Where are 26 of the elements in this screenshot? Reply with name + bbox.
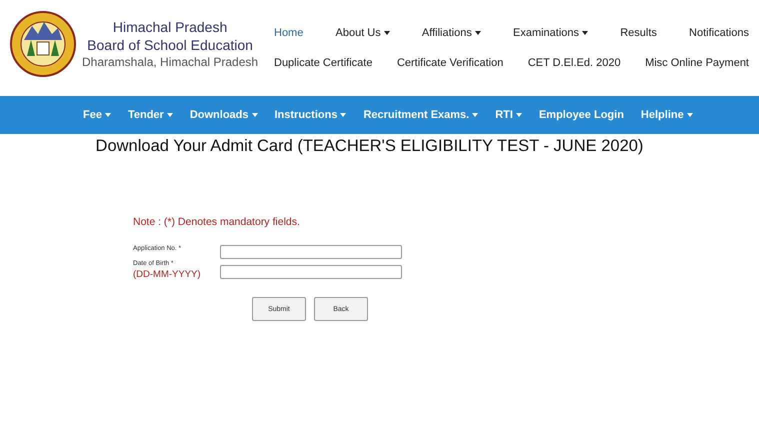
page-title: Download Your Admit Card (TEACHER'S ELIGIBILITY TEST - JUNE 2020) bbox=[94, 137, 644, 156]
nav-link[interactable]: Affiliations bbox=[422, 27, 481, 39]
menu-link[interactable]: Helpline bbox=[640, 109, 693, 121]
board-name: Board of School Education bbox=[87, 36, 253, 54]
menu-link[interactable]: RTI bbox=[495, 109, 522, 121]
menu-link[interactable]: Recruitment Exams. bbox=[363, 109, 478, 121]
input-field[interactable] bbox=[220, 265, 402, 279]
nav-link[interactable]: Home bbox=[274, 27, 304, 39]
menu-link[interactable]: Fee bbox=[83, 109, 111, 121]
nav-link[interactable]: Notifications bbox=[689, 27, 749, 39]
mandatory-note: Note : (*) Denotes mandatory fields. bbox=[133, 216, 301, 228]
nav-link[interactable]: Misc Online Payment bbox=[645, 57, 749, 69]
board-location: Dharamshala, Himachal Pradesh bbox=[82, 54, 258, 70]
board-name: Himachal Pradesh bbox=[112, 18, 228, 36]
input-field[interactable] bbox=[220, 245, 402, 259]
menu-link[interactable]: Employee Login bbox=[538, 109, 624, 121]
date-format-hint: (DD-MM-YYYY) bbox=[133, 269, 202, 281]
nav-link[interactable]: CET D.El.Ed. 2020 bbox=[528, 57, 621, 69]
nav-link[interactable]: Duplicate Certificate bbox=[274, 57, 372, 69]
menu-link[interactable]: Tender bbox=[128, 109, 173, 121]
nav-link[interactable]: Certificate Verification bbox=[396, 57, 504, 69]
nav-link[interactable]: About Us bbox=[336, 27, 390, 39]
nav-link[interactable]: Examinations bbox=[513, 27, 588, 39]
menu-link[interactable]: Instructions bbox=[274, 109, 346, 121]
menu-link[interactable]: Downloads bbox=[190, 109, 258, 121]
nav-link[interactable]: Results bbox=[620, 27, 657, 39]
